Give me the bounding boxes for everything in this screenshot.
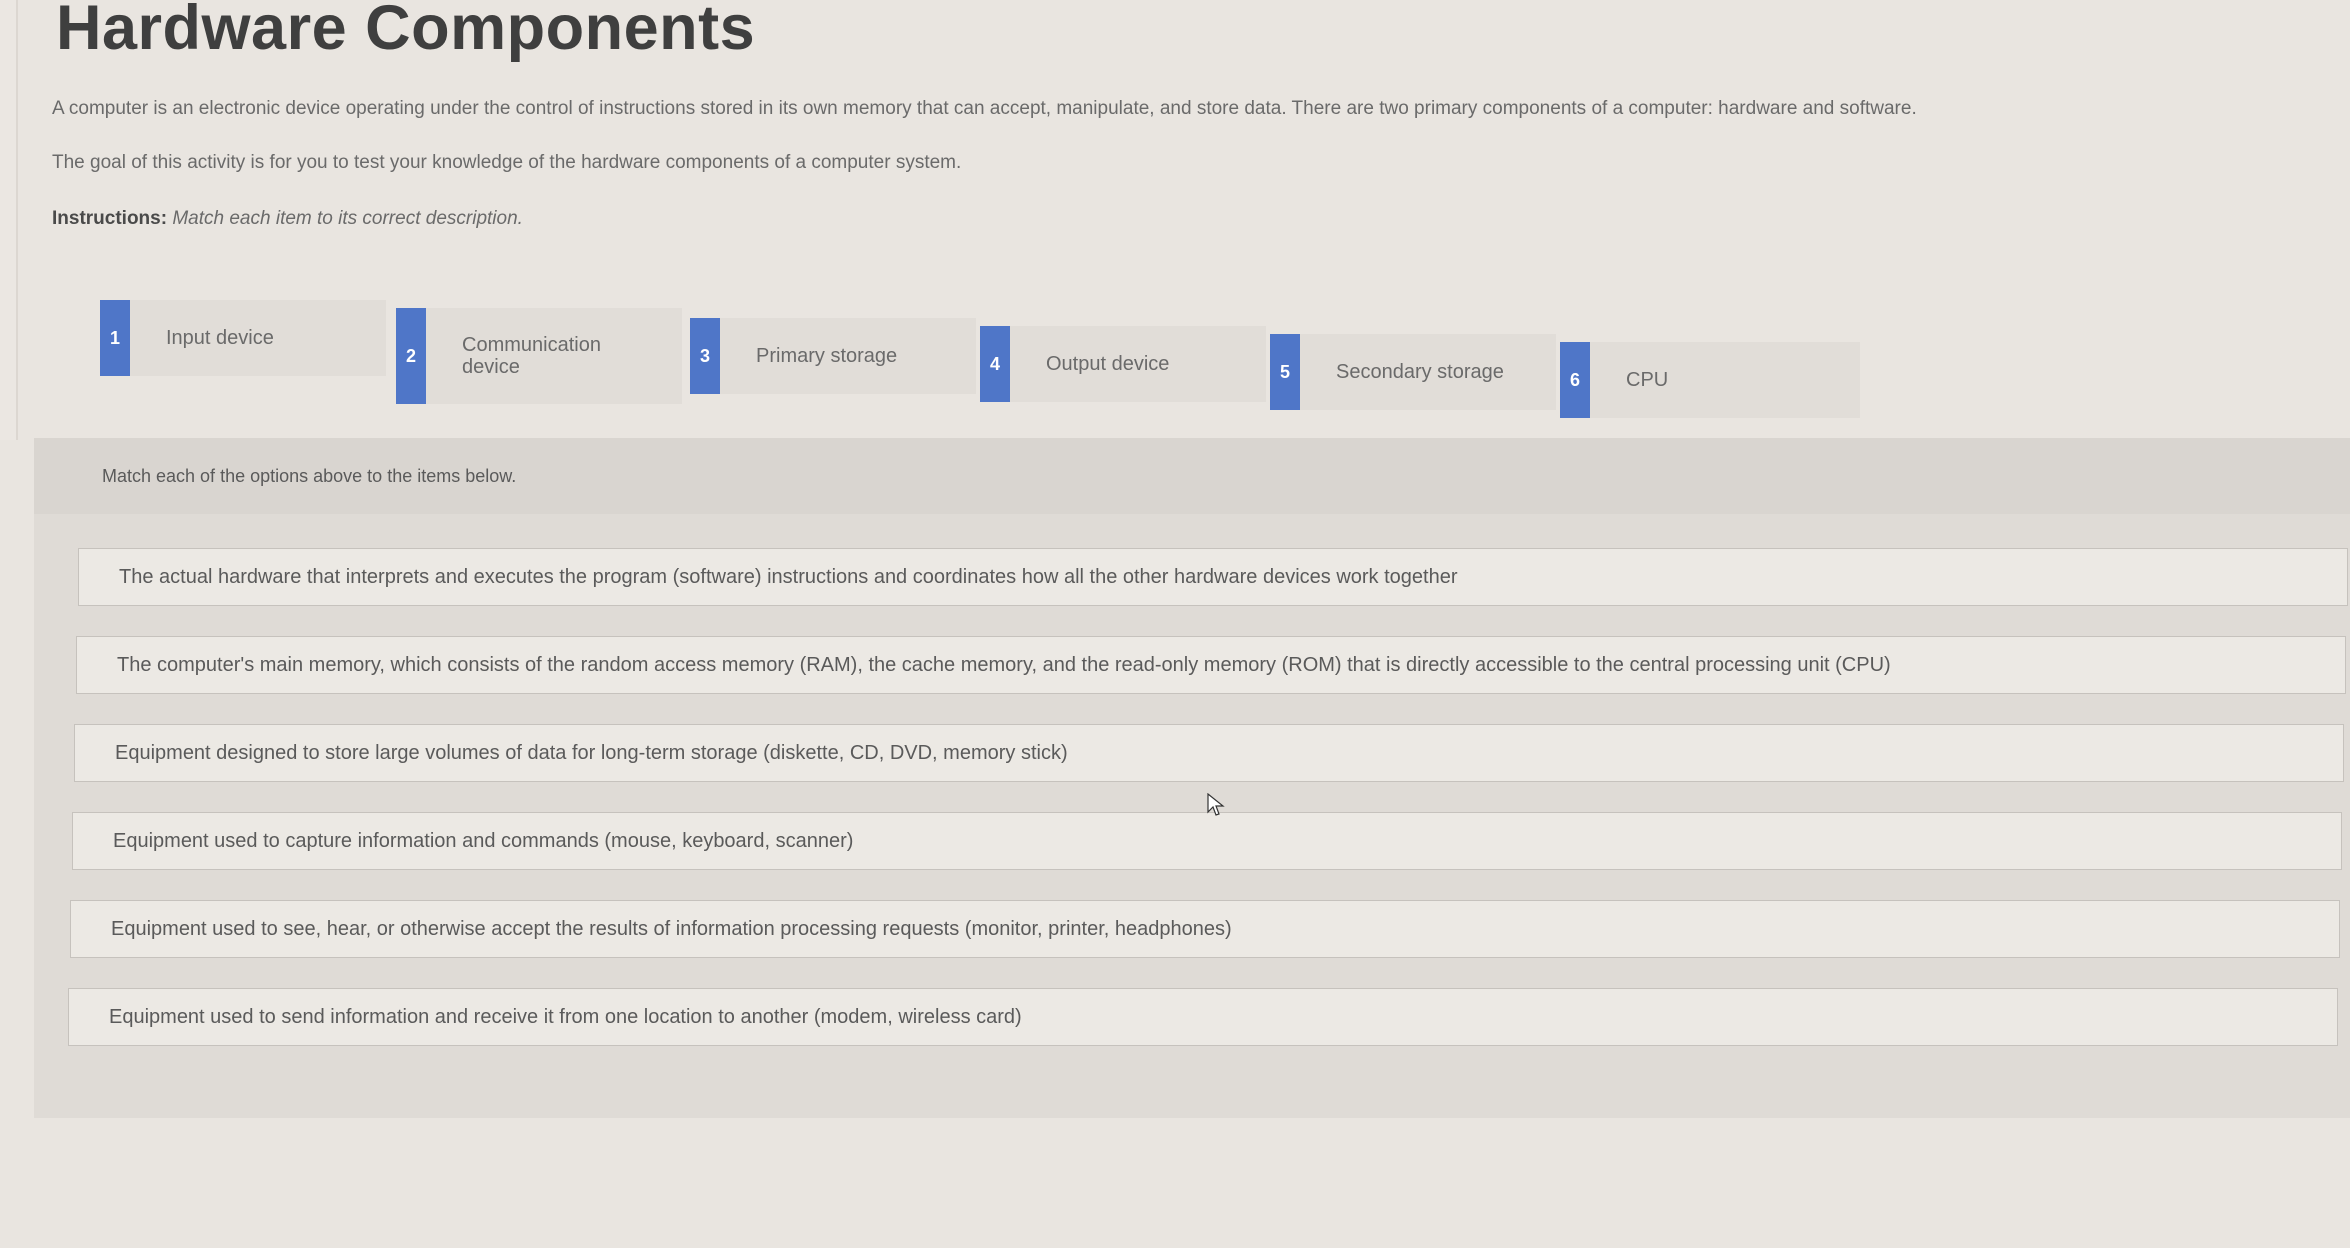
option-label: Input device: [166, 327, 274, 349]
match-item-communication-device-description[interactable]: Equipment used to send information and r…: [68, 988, 2338, 1046]
left-edge: [0, 0, 18, 440]
match-item-secondary-storage-description[interactable]: Equipment designed to store large volume…: [74, 724, 2344, 782]
option-label: CPU: [1626, 369, 1669, 391]
option-number-badge: 5: [1270, 334, 1300, 410]
option-number-badge: 3: [690, 318, 720, 394]
option-cpu[interactable]: 6 CPU: [1560, 342, 1860, 418]
option-label: Secondary storage: [1336, 361, 1504, 383]
instructions-text: Match each item to its correct descripti…: [172, 208, 523, 229]
option-number-badge: 6: [1560, 342, 1590, 418]
match-item-input-device-description[interactable]: Equipment used to capture information an…: [72, 812, 2342, 870]
match-item-output-device-description[interactable]: Equipment used to see, hear, or otherwis…: [70, 900, 2340, 958]
mouse-cursor-icon: [1207, 793, 1225, 816]
option-output-device[interactable]: 4 Output device: [980, 326, 1266, 402]
instructions-label: Instructions:: [52, 208, 168, 229]
option-label: Communication device: [462, 334, 601, 378]
instructions: Instructions: Match each item to its cor…: [52, 208, 523, 230]
goal-text: The goal of this activity is for you to …: [52, 152, 962, 173]
option-primary-storage[interactable]: 3 Primary storage: [690, 318, 976, 394]
intro-text: A computer is an electronic device opera…: [52, 98, 1917, 119]
options-row: 1 Input device 2 Communication device 3 …: [100, 300, 1860, 418]
match-item-primary-storage-description[interactable]: The computer's main memory, which consis…: [76, 636, 2346, 694]
option-communication-device[interactable]: 2 Communication device: [396, 308, 682, 404]
option-number-badge: 4: [980, 326, 1010, 402]
match-panel: Match each of the options above to the i…: [34, 438, 2350, 1118]
option-number-badge: 1: [100, 300, 130, 376]
option-secondary-storage[interactable]: 5 Secondary storage: [1270, 334, 1556, 410]
option-input-device[interactable]: 1 Input device: [100, 300, 386, 376]
option-label: Primary storage: [756, 345, 898, 367]
option-label: Output device: [1046, 353, 1170, 375]
option-number-badge: 2: [396, 308, 426, 404]
match-item-cpu-description[interactable]: The actual hardware that interprets and …: [78, 548, 2348, 606]
page-title: Hardware Components: [56, 0, 756, 63]
match-header: Match each of the options above to the i…: [34, 438, 2350, 514]
